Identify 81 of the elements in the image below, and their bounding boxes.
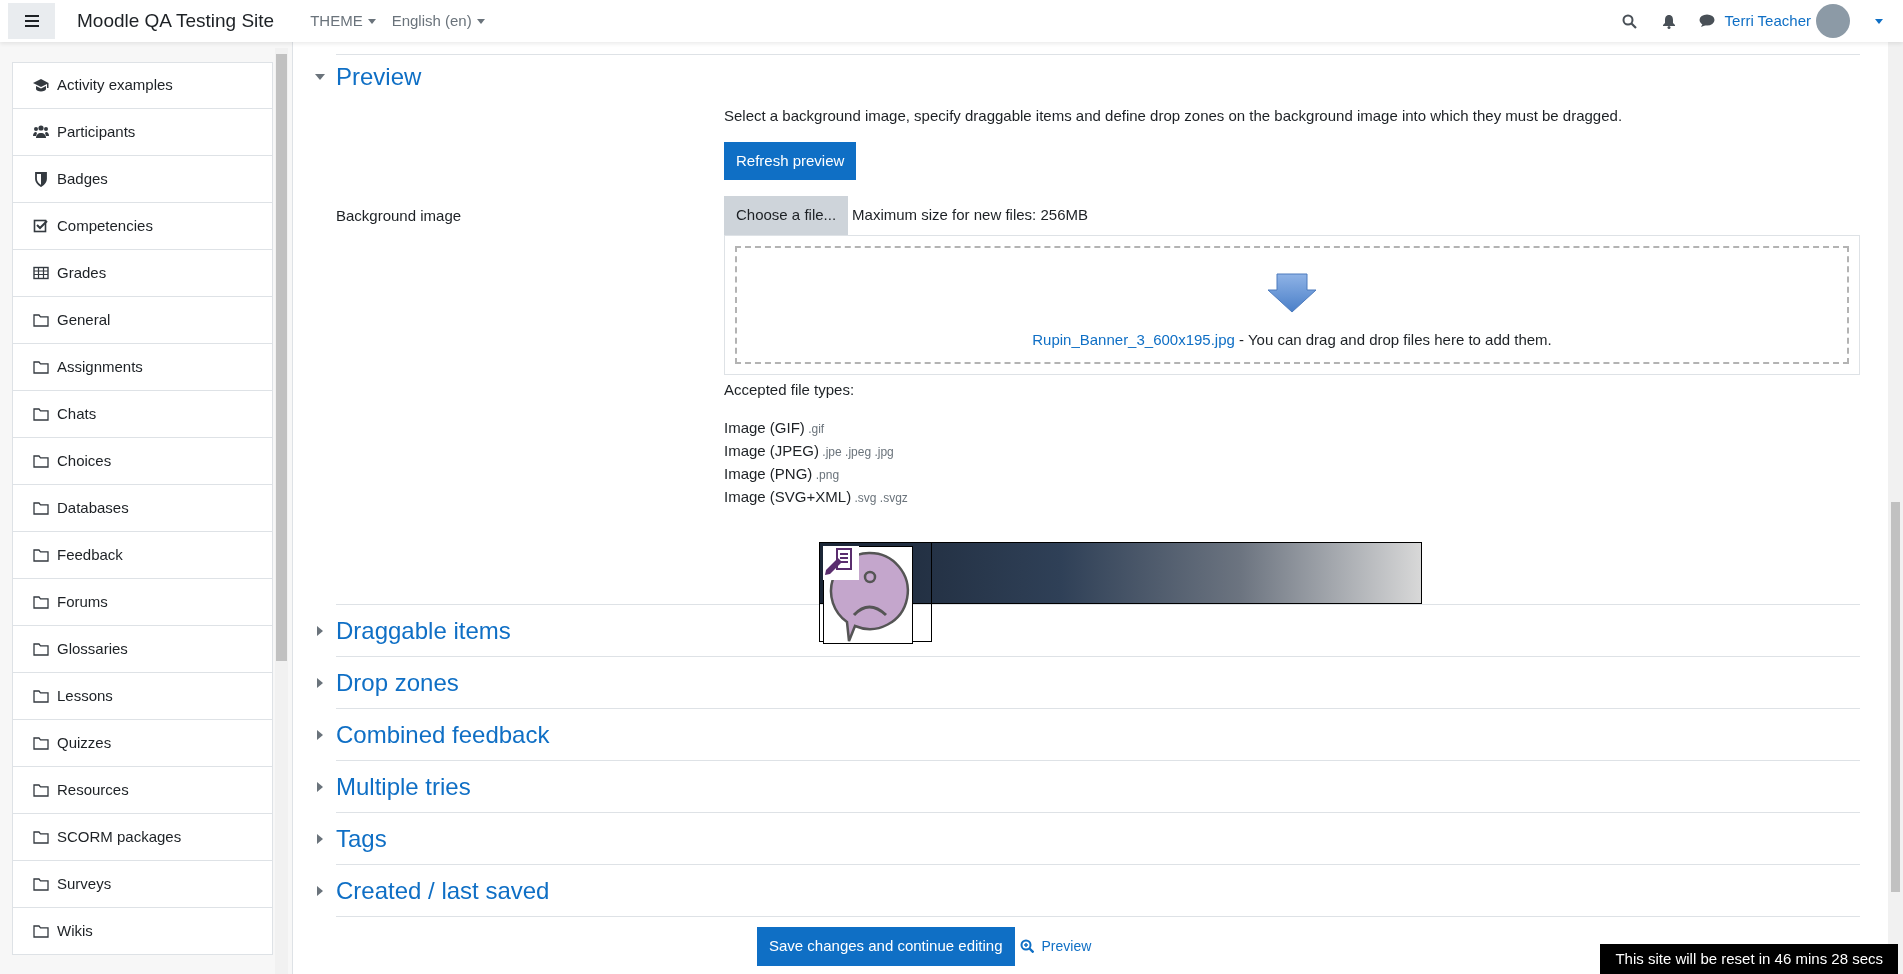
zoom-icon bbox=[1019, 939, 1034, 954]
nav-dropdown[interactable]: English (en) bbox=[391, 9, 485, 33]
sidebar-item[interactable]: Participants bbox=[12, 109, 273, 156]
max-size-text: Maximum size for new files: 256MB bbox=[852, 205, 1088, 225]
sidebar-item[interactable]: Quizzes bbox=[12, 720, 273, 767]
drop-hint-text: - You can drag and drop files here to add them. bbox=[1238, 331, 1552, 348]
file-type-name: Image (JPEG) bbox=[724, 442, 820, 459]
refresh-preview-button[interactable]: Refresh preview bbox=[724, 141, 857, 180]
folder-icon bbox=[33, 829, 49, 845]
chat-icon[interactable] bbox=[1698, 14, 1715, 28]
folder-icon bbox=[33, 923, 49, 939]
sidebar-item[interactable]: Lessons bbox=[12, 673, 273, 720]
graduation-cap-icon bbox=[33, 77, 49, 94]
save-button[interactable]: Save changes and continue editing bbox=[757, 927, 1015, 966]
description-text: Select a background image, specify draggable items and define drop zones on the background image into which they must be dragged. bbox=[724, 106, 1624, 126]
folder-icon bbox=[33, 735, 49, 751]
sidebar-item[interactable]: Wikis bbox=[12, 908, 273, 955]
menu-icon bbox=[24, 15, 39, 27]
file-extensions: .png bbox=[814, 468, 840, 482]
folder-icon bbox=[33, 641, 49, 657]
folder-icon bbox=[33, 782, 49, 798]
search-icon[interactable] bbox=[1621, 13, 1637, 29]
sidebar-item[interactable]: Assignments bbox=[12, 344, 273, 391]
folder-icon bbox=[33, 500, 49, 516]
drop-zone[interactable]: Rupin_Banner_3_600x195.jpg - You can drag and drop files here to add them. bbox=[735, 245, 1849, 364]
file-type-name: Image (SVG+XML) bbox=[724, 488, 852, 505]
caret-icon[interactable] bbox=[1875, 18, 1883, 24]
bell-icon[interactable] bbox=[1661, 13, 1676, 29]
scrollbar[interactable] bbox=[1888, 42, 1903, 974]
sidebar-item[interactable]: Badges bbox=[12, 156, 273, 203]
sidebar-item[interactable]: Chats bbox=[12, 391, 273, 438]
reset-notice: This site will be reset in 46 mins 28 secs bbox=[1600, 943, 1898, 974]
folder-icon bbox=[33, 359, 49, 375]
sidebar-item[interactable]: Surveys bbox=[12, 861, 273, 908]
section-heading[interactable]: Drop zones bbox=[336, 664, 459, 701]
file-type-name: Image (GIF) bbox=[724, 419, 805, 436]
section-heading[interactable]: Combined feedback bbox=[336, 716, 550, 753]
sidebar-item[interactable]: Choices bbox=[12, 438, 273, 485]
sidebar-item[interactable]: Resources bbox=[12, 767, 273, 814]
field-label: Background image bbox=[336, 207, 462, 224]
sidebar-item[interactable]: SCORM packages bbox=[12, 814, 273, 861]
document-icon bbox=[823, 546, 859, 580]
file-extensions: .gif bbox=[807, 422, 825, 436]
section-heading[interactable]: Draggable items bbox=[336, 612, 511, 649]
table-icon bbox=[33, 265, 49, 281]
sidebar-item[interactable]: Feedback bbox=[12, 532, 273, 579]
sidebar-item[interactable]: Activity examples bbox=[12, 62, 273, 109]
file-type-name: Image (PNG) bbox=[724, 465, 813, 482]
folder-icon bbox=[33, 688, 49, 704]
folder-icon bbox=[33, 406, 49, 422]
preview-link[interactable]: Preview bbox=[1019, 935, 1092, 957]
sidebar-item[interactable]: Glossaries bbox=[12, 626, 273, 673]
folder-icon bbox=[33, 312, 49, 328]
folder-icon bbox=[33, 876, 49, 892]
user-name[interactable]: Terri Teacher bbox=[1724, 9, 1811, 33]
folder-icon bbox=[33, 547, 49, 563]
choose-file-button[interactable]: Choose a file... bbox=[724, 196, 849, 235]
folder-icon bbox=[33, 453, 49, 469]
sidebar-item[interactable]: Forums bbox=[12, 579, 273, 626]
sidebar-item[interactable]: Grades bbox=[12, 250, 273, 297]
file-extensions: .jpe .jpeg .jpg bbox=[821, 445, 894, 459]
checkbox-icon bbox=[33, 218, 49, 234]
section-heading[interactable]: Tags bbox=[336, 820, 387, 857]
accepted-types-label: Accepted file types: bbox=[724, 379, 856, 400]
section-heading[interactable]: Multiple tries bbox=[336, 768, 471, 805]
scrollbar[interactable] bbox=[275, 48, 288, 974]
section-heading[interactable]: Created / last saved bbox=[336, 872, 550, 909]
sidebar-item[interactable]: Competencies bbox=[12, 203, 273, 250]
section-heading[interactable]: Preview bbox=[336, 58, 422, 95]
sidebar-item[interactable]: Databases bbox=[12, 485, 273, 532]
folder-icon bbox=[33, 594, 49, 610]
down-arrow-icon bbox=[1267, 273, 1317, 313]
sidebar-item[interactable]: General bbox=[12, 297, 273, 344]
file-extensions: .svg .svgz bbox=[853, 491, 908, 505]
shield-icon bbox=[33, 171, 49, 187]
file-link[interactable]: Rupin_Banner_3_600x195.jpg bbox=[1032, 331, 1235, 348]
menu-button[interactable] bbox=[8, 3, 55, 39]
avatar[interactable] bbox=[1816, 4, 1850, 38]
users-icon bbox=[33, 124, 49, 140]
site-name[interactable]: Moodle QA Testing Site bbox=[77, 6, 275, 36]
nav-dropdown[interactable]: THEME bbox=[310, 9, 376, 33]
